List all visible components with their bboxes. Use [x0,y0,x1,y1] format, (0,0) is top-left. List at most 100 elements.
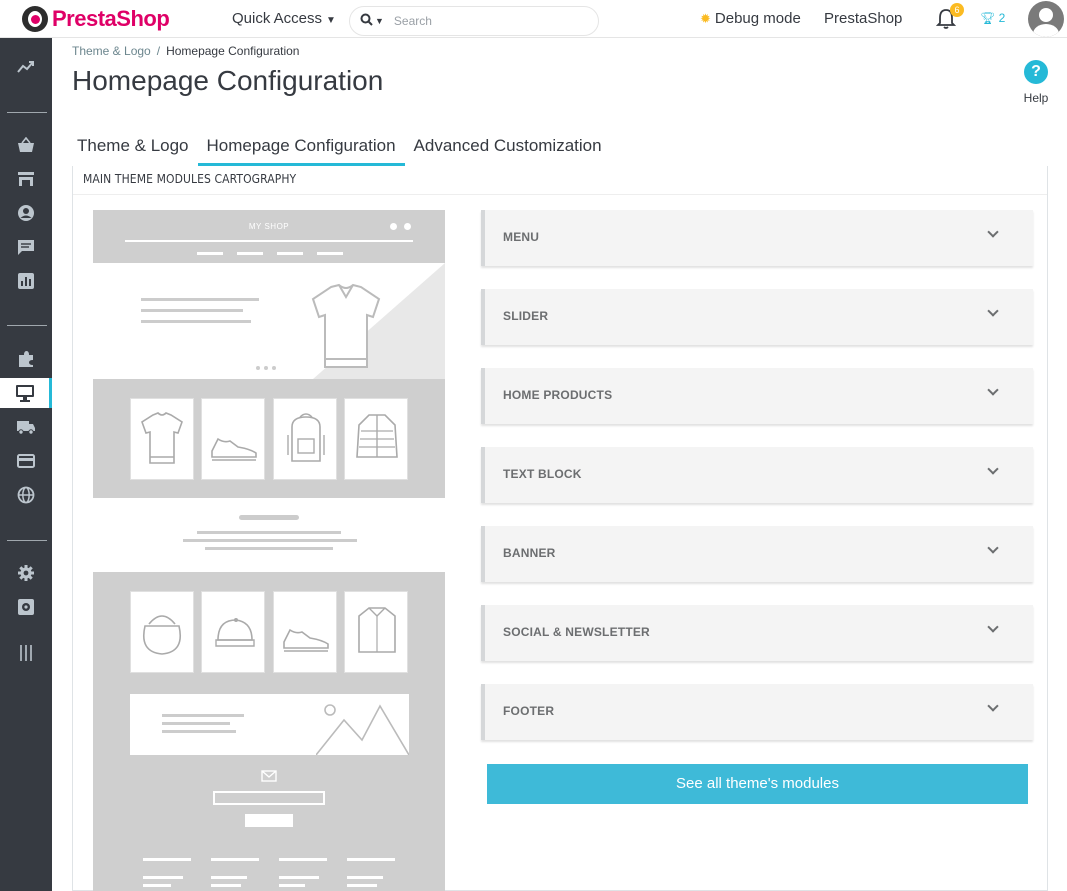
mock-text-line [239,515,299,520]
chevron-down-icon [987,621,999,633]
mock-product-card [344,591,408,673]
mock-text-line [162,714,244,717]
section-footer[interactable]: FOOTER [481,684,1033,740]
customers-icon[interactable] [0,198,52,228]
mock-nav-item [317,252,343,255]
mock-product-card [130,591,194,673]
slider-dot [256,366,260,370]
see-all-modules-button[interactable]: See all theme's modules [487,764,1028,804]
cap-icon [215,618,255,647]
mock-text-line [141,309,243,312]
sidebar [0,38,52,891]
mock-product-card [273,591,337,673]
design-icon[interactable] [0,378,52,408]
slider-dot [272,366,276,370]
tshirt-icon [141,412,183,464]
mock-footer-line [143,884,171,887]
help-icon: ? [1024,60,1048,84]
dashboard-icon[interactable] [0,52,52,82]
section-text-block[interactable]: TEXT BLOCK [481,447,1033,503]
trophy-count: 2 [998,11,1006,25]
stats-icon[interactable] [0,266,52,296]
chevron-down-icon [987,384,999,396]
section-home-products[interactable]: HOME PRODUCTS [481,368,1033,424]
section-label: MENU [503,230,540,244]
mock-nav-item [277,252,303,255]
main-content: Theme & Logo / Homepage Configuration Home… [52,38,1067,891]
search-icon[interactable] [360,13,373,29]
section-menu[interactable]: MENU [481,210,1033,266]
breadcrumb-current: Homepage Configuration [166,44,300,58]
mock-text-line [183,539,357,542]
logo-text: PrestaShop [52,6,170,31]
help-button[interactable]: ? Help [1021,60,1051,105]
mock-footer-line [211,876,247,879]
tabs: Theme & Logo Homepage Configuration Adva… [68,132,611,166]
mock-dot [404,223,411,230]
caret-down-icon: ▼ [326,15,336,26]
panel-heading: MAIN THEME MODULES CARTOGRAPHY [83,172,297,186]
sidebar-divider [7,112,47,113]
settings-icon[interactable] [0,558,52,588]
mock-footer-line [347,884,377,887]
mock-footer-line [279,858,327,861]
handbag-icon [143,615,181,655]
breadcrumb-parent-link[interactable]: Theme & Logo [72,44,151,58]
section-slider[interactable]: SLIDER [481,289,1033,345]
avatar[interactable] [1028,1,1064,37]
sneaker-icon [211,437,257,461]
search-input[interactable]: Search [394,14,432,28]
caret-down-icon[interactable]: ▼ [375,16,384,26]
chevron-down-icon [987,700,999,712]
section-label: SLIDER [503,309,549,323]
search-box[interactable]: ▼ Search [349,6,599,36]
catalog-icon[interactable] [0,164,52,194]
sidebar-divider [7,540,47,541]
prestashop-logo[interactable]: PrestaShop [22,6,170,32]
tab-homepage-configuration[interactable]: Homepage Configuration [197,132,405,166]
payment-icon[interactable] [0,446,52,476]
shop-name-link[interactable]: PrestaShop [824,10,902,27]
section-label: HOME PRODUCTS [503,388,613,402]
mock-product-card [201,398,265,480]
help-label: Help [1023,91,1049,105]
mock-dot [390,223,397,230]
trophy-icon: 🏆︎ [980,11,996,25]
tab-advanced-customization[interactable]: Advanced Customization [405,132,611,166]
mock-home-products [93,379,445,498]
notification-badge: 6 [950,3,964,17]
mock-footer-line [143,858,191,861]
section-social-newsletter[interactable]: SOCIAL & NEWSLETTER [481,605,1033,661]
section-label: BANNER [503,546,556,560]
quick-access-dropdown[interactable]: Quick Access ▼ [232,10,336,27]
collapse-icon[interactable] [0,638,52,668]
debug-mode-label: Debug mode [714,10,801,27]
top-bar: PrestaShop Quick Access ▼ ▼ Search ✹ Debug… [0,0,1067,38]
international-icon[interactable] [0,480,52,510]
modules-icon[interactable] [0,344,52,374]
mock-banner [130,694,409,755]
breadcrumb: Theme & Logo / Homepage Configuration [72,44,299,58]
breadcrumb-separator: / [156,44,161,58]
orders-icon[interactable] [0,130,52,160]
jacket-icon [356,414,398,458]
mock-newsletter-input [213,791,325,805]
messages-icon[interactable] [0,232,52,262]
shirt-icon [358,607,396,653]
debug-mode-link[interactable]: ✹ Debug mode [700,10,801,27]
mock-footer-line [347,876,383,879]
section-label: SOCIAL & NEWSLETTER [503,625,650,639]
tab-theme-logo[interactable]: Theme & Logo [68,132,198,166]
slider-dot [264,366,268,370]
mock-nav-item [197,252,223,255]
cartography-panel: MAIN THEME MODULES CARTOGRAPHY MY SHOP M… [72,166,1048,891]
advanced-settings-icon[interactable] [0,592,52,622]
mock-text-line [162,730,236,733]
section-banner[interactable]: BANNER [481,526,1033,582]
trophy-link[interactable]: 🏆︎ 2 [980,11,1005,25]
mock-newsletter-button [245,814,293,827]
mock-text-line [141,320,251,323]
quick-access-label: Quick Access [232,10,323,27]
shipping-icon[interactable] [0,412,52,442]
mock-footer-line [143,876,183,879]
